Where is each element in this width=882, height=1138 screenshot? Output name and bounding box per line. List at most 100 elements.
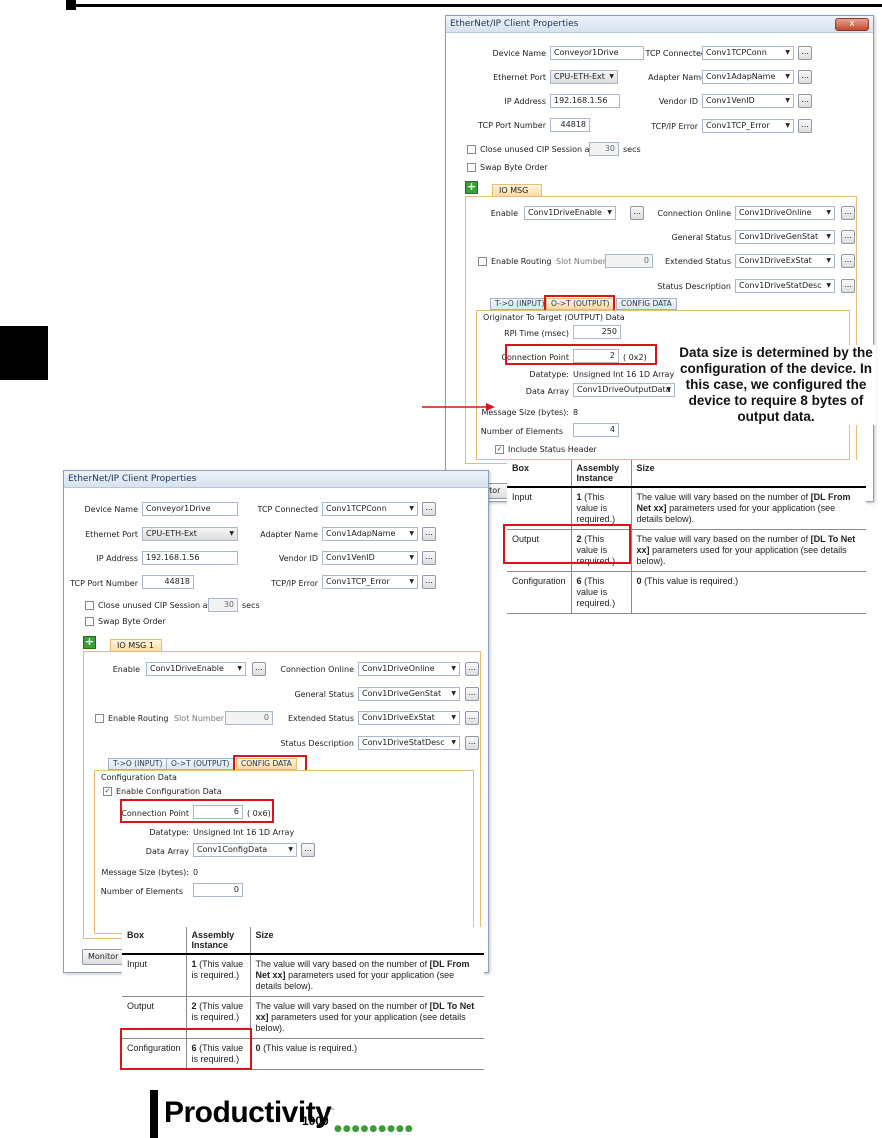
enable-routing-checkbox[interactable]: [478, 257, 487, 266]
connection-online-value: Conv1DriveOnline: [362, 664, 435, 673]
enable-routing-checkbox[interactable]: [95, 714, 104, 723]
number-of-elements-field[interactable]: 4: [573, 423, 619, 437]
close-button[interactable]: x: [835, 18, 869, 31]
adapter-name-browse-button[interactable]: ...: [422, 527, 436, 541]
general-status-browse-button[interactable]: ...: [841, 230, 855, 244]
add-message-button[interactable]: +: [465, 181, 478, 194]
tcp-error-browse-button[interactable]: ...: [422, 575, 436, 589]
tcp-error-select[interactable]: Conv1TCP_Error ▼: [322, 575, 418, 589]
ip-address-label: IP Address: [504, 97, 546, 106]
tcp-error-select[interactable]: Conv1TCP_Error ▼: [702, 119, 794, 133]
device-name-field[interactable]: Conveyor1Drive: [142, 502, 238, 516]
size-text: The value will vary based on the number …: [255, 1001, 430, 1011]
tab-input[interactable]: T->O (INPUT): [490, 298, 550, 310]
connection-online-select[interactable]: Conv1DriveOnline ▼: [358, 662, 460, 676]
vendor-id-browse-button[interactable]: ...: [798, 94, 812, 108]
tcp-port-field[interactable]: 44818: [550, 118, 590, 132]
close-unused-secs-field[interactable]: 30: [208, 598, 238, 612]
secs-label: secs: [242, 601, 260, 610]
tcp-port-field[interactable]: 44818: [142, 575, 194, 589]
monitor-button[interactable]: Monitor: [82, 949, 126, 965]
adapter-name-browse-button[interactable]: ...: [798, 70, 812, 84]
tcp-connected-browse-button[interactable]: ...: [798, 46, 812, 60]
extended-status-select[interactable]: Conv1DriveExStat ▼: [735, 254, 835, 268]
swap-byte-checkbox[interactable]: [85, 617, 94, 626]
status-description-value: Conv1DriveStatDesc: [362, 738, 445, 747]
table-header-row: Box Assembly Instance Size: [122, 927, 484, 955]
status-description-browse-button[interactable]: ...: [465, 736, 479, 750]
data-array-select[interactable]: Conv1DriveOutputData ▼: [573, 383, 675, 397]
status-description-select[interactable]: Conv1DriveStatDesc ▼: [358, 736, 460, 750]
close-unused-checkbox[interactable]: [467, 145, 476, 154]
data-array-value: Conv1DriveOutputData: [577, 385, 671, 394]
general-status-label: General Status: [294, 690, 354, 699]
data-array-browse-button[interactable]: ...: [301, 843, 315, 857]
connection-online-browse-button[interactable]: ...: [465, 662, 479, 676]
tab-input[interactable]: T->O (INPUT): [108, 758, 168, 770]
enable-config-checkbox[interactable]: ✓: [103, 787, 112, 796]
connection-online-browse-button[interactable]: ...: [841, 206, 855, 220]
include-status-checkbox[interactable]: ✓: [495, 445, 504, 454]
close-unused-checkbox[interactable]: [85, 601, 94, 610]
tab-config-data[interactable]: CONFIG DATA: [616, 298, 677, 310]
extended-status-select[interactable]: Conv1DriveExStat ▼: [358, 711, 460, 725]
chevron-down-icon: ▼: [609, 73, 614, 80]
close-unused-secs-field[interactable]: 30: [589, 142, 619, 156]
chevron-down-icon: ▼: [785, 122, 790, 129]
slot-number-field[interactable]: 0: [225, 711, 273, 725]
ethernet-port-select[interactable]: CPU-ETH-Ext ▼: [550, 70, 618, 84]
ethernet-port-select[interactable]: CPU-ETH-Ext ▼: [142, 527, 238, 541]
chevron-down-icon: ▼: [785, 49, 790, 56]
size-text-tail: (This value is required.): [260, 1043, 358, 1053]
chevron-down-icon: ▼: [409, 578, 414, 585]
tcp-connected-label: TCP Connected: [645, 49, 706, 58]
slot-number-field[interactable]: 0: [605, 254, 653, 268]
extended-status-browse-button[interactable]: ...: [465, 711, 479, 725]
instance-note: (This value is required.): [576, 576, 616, 608]
vendor-id-browse-button[interactable]: ...: [422, 551, 436, 565]
general-status-select[interactable]: Conv1DriveGenStat ▼: [358, 687, 460, 701]
rpi-time-field[interactable]: 250: [573, 325, 621, 339]
tcp-connected-label: TCP Connected: [257, 505, 318, 514]
status-description-browse-button[interactable]: ...: [841, 279, 855, 293]
enable-browse-button[interactable]: ...: [630, 206, 644, 220]
tcp-error-browse-button[interactable]: ...: [798, 119, 812, 133]
adapter-name-select[interactable]: Conv1AdapName ▼: [322, 527, 418, 541]
tab-output[interactable]: O->T (OUTPUT): [166, 758, 235, 770]
config-section-title: Configuration Data: [101, 773, 177, 782]
adapter-name-value: Conv1AdapName: [326, 529, 396, 538]
swap-byte-checkbox[interactable]: [467, 163, 476, 172]
connection-online-select[interactable]: Conv1DriveOnline ▼: [735, 206, 835, 220]
chevron-down-icon: ▼: [409, 530, 414, 537]
vendor-id-select[interactable]: Conv1VenID ▼: [702, 94, 794, 108]
window-title: EtherNet/IP Client Properties: [446, 16, 873, 33]
tcp-connected-browse-button[interactable]: ...: [422, 502, 436, 516]
enable-browse-button[interactable]: ...: [252, 662, 266, 676]
vendor-id-select[interactable]: Conv1VenID ▼: [322, 551, 418, 565]
tcp-port-label: TCP Port Number: [70, 579, 138, 588]
enable-value: Conv1DriveEnable: [528, 208, 602, 217]
chevron-down-icon: ▼: [451, 739, 456, 746]
tcp-connected-select[interactable]: Conv1TCPConn ▼: [702, 46, 794, 60]
extended-status-value: Conv1DriveExStat: [739, 256, 812, 265]
general-status-select[interactable]: Conv1DriveGenStat ▼: [735, 230, 835, 244]
data-array-select[interactable]: Conv1ConfigData ▼: [193, 843, 297, 857]
chevron-down-icon: ▼: [237, 665, 242, 672]
header-size: Size: [249, 927, 484, 955]
size-text-tail: (This value is required.): [641, 576, 739, 586]
number-of-elements-field[interactable]: 0: [193, 883, 243, 897]
extended-status-label: Extended Status: [287, 714, 354, 723]
add-message-button[interactable]: +: [83, 636, 96, 649]
chevron-down-icon: ▼: [666, 386, 671, 393]
ip-address-field[interactable]: 192.168.1.56: [550, 94, 620, 108]
enable-select[interactable]: Conv1DriveEnable ▼: [146, 662, 246, 676]
tcp-connected-select[interactable]: Conv1TCPConn ▼: [322, 502, 418, 516]
ip-address-field[interactable]: 192.168.1.56: [142, 551, 238, 565]
adapter-name-select[interactable]: Conv1AdapName ▼: [702, 70, 794, 84]
enable-select[interactable]: Conv1DriveEnable ▼: [524, 206, 616, 220]
extended-status-browse-button[interactable]: ...: [841, 254, 855, 268]
status-description-select[interactable]: Conv1DriveStatDesc ▼: [735, 279, 835, 293]
enable-routing-label: Enable Routing: [491, 257, 552, 266]
general-status-browse-button[interactable]: ...: [465, 687, 479, 701]
output-row-highlight: [503, 524, 631, 564]
